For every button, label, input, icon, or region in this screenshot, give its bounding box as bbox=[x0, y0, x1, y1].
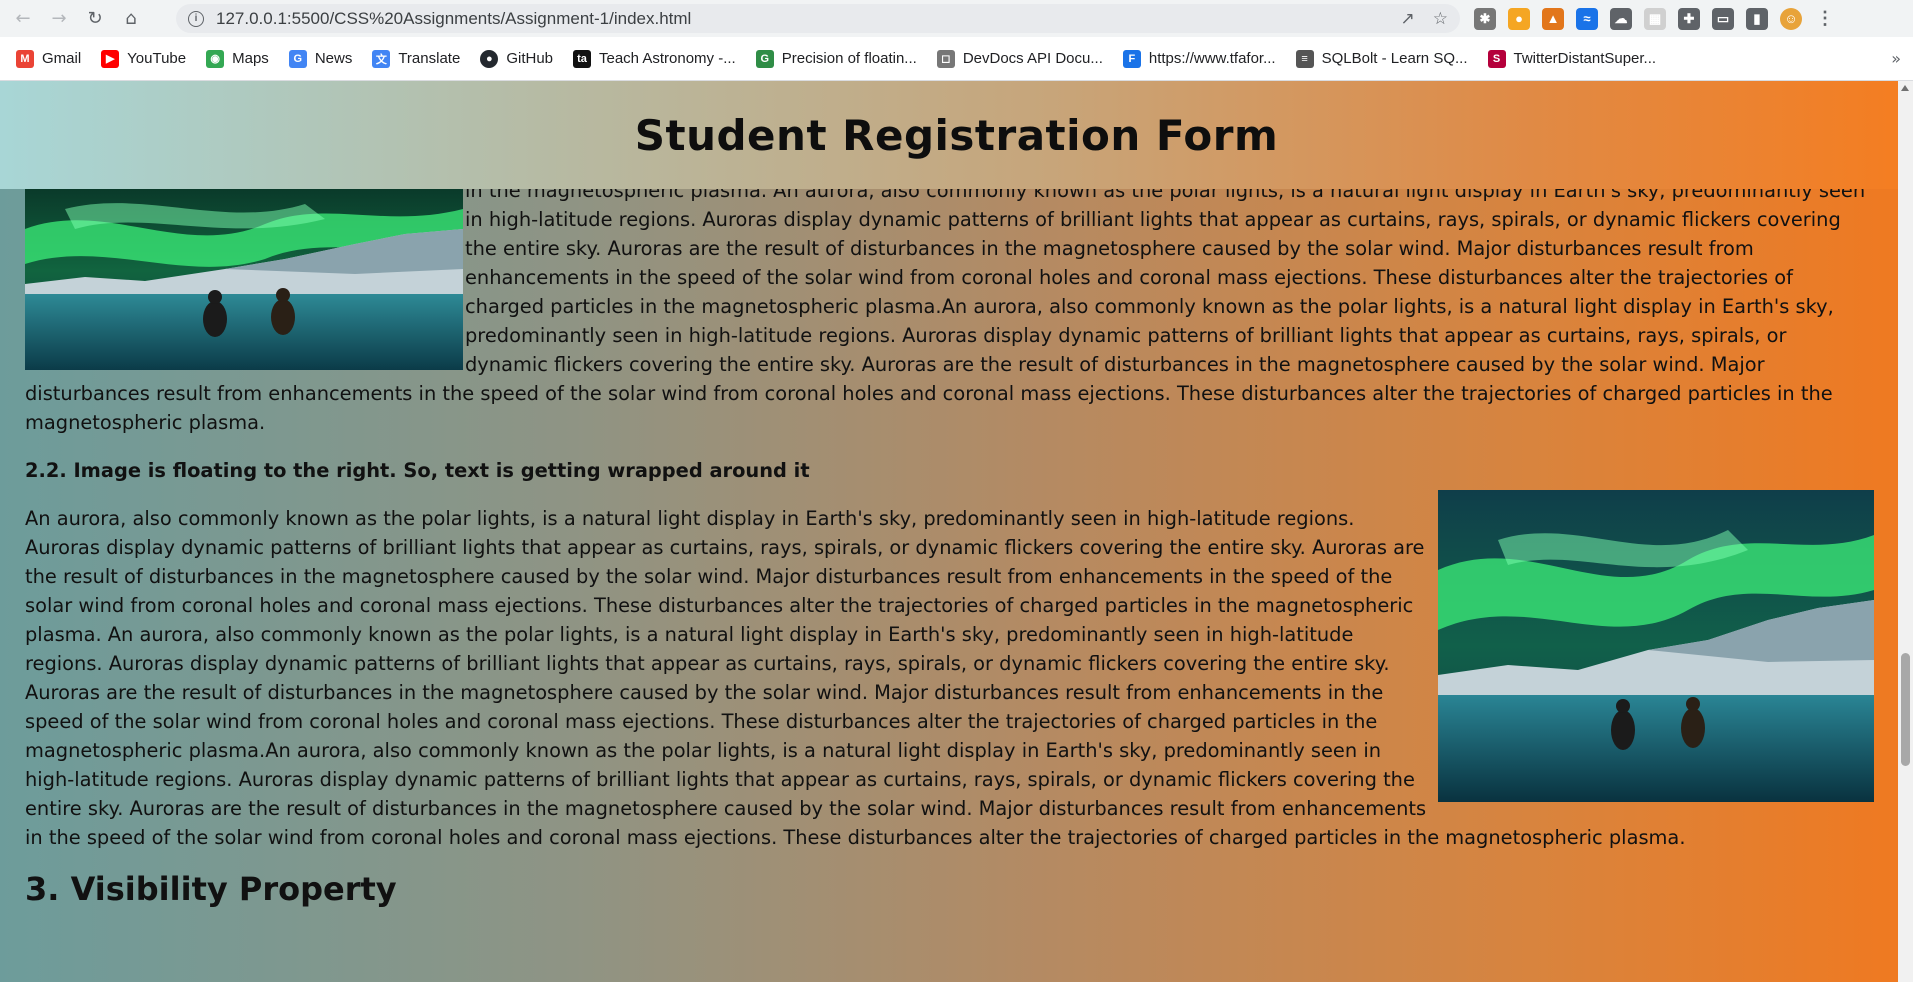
side-panel-icon[interactable]: ▮ bbox=[1746, 7, 1768, 30]
teach-astronomy-icon: ta bbox=[573, 49, 591, 68]
page-viewport: Student Registration Form in the magneto… bbox=[0, 81, 1913, 982]
youtube-icon: ▶ bbox=[101, 49, 120, 68]
extensions-puzzle-icon[interactable]: ✚ bbox=[1678, 7, 1700, 30]
bookmark-maps[interactable]: ◉ Maps bbox=[206, 49, 269, 68]
bookmarks-bar: M Gmail ▶ YouTube ◉ Maps G News 文 Translate ●… bbox=[0, 37, 1913, 81]
page-content: in the magnetospheric plasma. An aurora,… bbox=[25, 176, 1874, 908]
page-scrollbar[interactable] bbox=[1898, 81, 1913, 982]
tfa-icon: F bbox=[1122, 49, 1141, 68]
bookmark-github[interactable]: ● GitHub bbox=[480, 49, 553, 68]
twitterdistant-icon: S bbox=[1487, 49, 1506, 68]
maps-icon: ◉ bbox=[206, 49, 225, 68]
bookmark-devdocs[interactable]: ◻ DevDocs API Docu... bbox=[936, 49, 1103, 68]
bug-extension-icon[interactable]: ✱ bbox=[1474, 7, 1496, 30]
page-header: Student Registration Form bbox=[0, 81, 1913, 189]
home-icon[interactable]: ⌂ bbox=[118, 6, 144, 32]
profile-avatar-icon[interactable]: ☺ bbox=[1780, 7, 1802, 30]
bookmark-gmail[interactable]: M Gmail bbox=[16, 49, 81, 68]
site-info-icon[interactable]: i bbox=[188, 10, 204, 27]
bookmark-precision[interactable]: G Precision of floatin... bbox=[755, 49, 917, 68]
reload-icon[interactable]: ↻ bbox=[82, 6, 108, 32]
news-icon: G bbox=[288, 49, 307, 68]
aurora-photo bbox=[1438, 490, 1874, 802]
translate-icon: 文 bbox=[372, 49, 391, 68]
geeksforgeeks-icon: G bbox=[755, 49, 774, 68]
bookmark-translate[interactable]: 文 Translate bbox=[372, 49, 460, 68]
bookmark-news[interactable]: G News bbox=[288, 49, 352, 68]
share-icon[interactable]: ↗ bbox=[1401, 9, 1415, 29]
page-title: Student Registration Form bbox=[634, 110, 1279, 160]
bookmark-tfa[interactable]: Fhttps://www.tfafor... bbox=[1122, 49, 1276, 68]
aurora-image-left bbox=[25, 189, 463, 370]
bookmark-star-icon[interactable]: ☆ bbox=[1433, 9, 1448, 29]
address-bar[interactable]: i 127.0.0.1:5500/CSS%20Assignments/Assig… bbox=[176, 4, 1460, 33]
extension-icon[interactable]: ● bbox=[1508, 7, 1530, 30]
bookmark-twitterdistant[interactable]: S TwitterDistantSuper... bbox=[1487, 49, 1656, 68]
visibility-property-heading: 3. Visibility Property bbox=[25, 870, 397, 908]
aurora-image-right bbox=[1438, 490, 1874, 802]
aurora-photo bbox=[25, 189, 463, 370]
metamask-icon[interactable]: ▲ bbox=[1542, 7, 1564, 30]
gmail-icon: M bbox=[16, 49, 34, 68]
browser-toolbar: ← → ↻ ⌂ i 127.0.0.1:5500/CSS%20Assignmen… bbox=[0, 0, 1913, 37]
bookmarks-overflow-icon[interactable]: » bbox=[1891, 49, 1901, 68]
scroll-up-arrow-icon[interactable] bbox=[1901, 85, 1909, 91]
float-right-subheading: 2.2. Image is floating to the right. So,… bbox=[25, 459, 810, 482]
devdocs-icon: ◻ bbox=[936, 49, 955, 68]
url-text[interactable]: 127.0.0.1:5500/CSS%20Assignments/Assignm… bbox=[216, 9, 691, 29]
cloud-extension-icon[interactable]: ☁ bbox=[1610, 7, 1632, 30]
forward-icon[interactable]: → bbox=[46, 6, 72, 32]
cast-icon[interactable]: ▭ bbox=[1712, 7, 1734, 30]
bookmark-sqlbolt[interactable]: ≡ SQLBolt - Learn SQ... bbox=[1295, 49, 1468, 68]
github-icon: ● bbox=[480, 49, 499, 68]
sqlbolt-icon: ≡ bbox=[1295, 49, 1314, 68]
extension-icon[interactable]: ≈ bbox=[1576, 7, 1598, 30]
menu-kebab-icon[interactable]: ⋮ bbox=[1814, 8, 1836, 30]
scrollbar-thumb[interactable] bbox=[1901, 653, 1910, 766]
extension-icon[interactable]: ▦ bbox=[1644, 7, 1666, 30]
bookmark-youtube[interactable]: ▶ YouTube bbox=[101, 49, 186, 68]
back-icon[interactable]: ← bbox=[10, 6, 36, 32]
extension-icons: ✱ ● ▲ ≈ ☁ ▦ ✚ ▭ ▮ ☺ ⋮ bbox=[1474, 5, 1836, 32]
bookmark-teach-astronomy[interactable]: ta Teach Astronomy -... bbox=[573, 49, 736, 68]
